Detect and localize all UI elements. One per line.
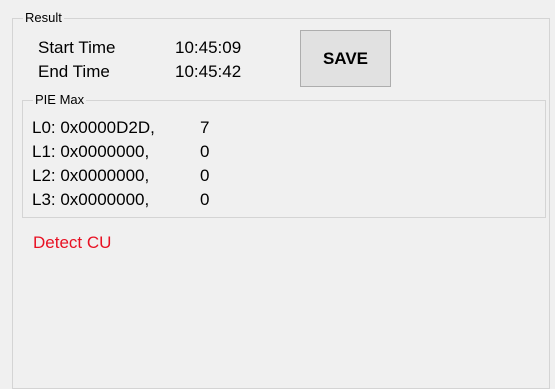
end-time-label: End Time [38, 62, 110, 81]
pie-row-count: 0 [200, 166, 210, 185]
result-group-title: Result [23, 10, 64, 25]
pie-row-address: L0: 0x0000D2D, [32, 118, 155, 137]
pie-max-group-title: PIE Max [33, 92, 87, 107]
pie-row-address: L2: 0x0000000, [32, 166, 150, 185]
start-time-label: Start Time [38, 38, 116, 57]
detect-status-text: Detect CU [33, 233, 112, 252]
end-time-value: 10:45:42 [175, 62, 242, 81]
pie-row-count: 7 [200, 118, 210, 137]
start-time-value: 10:45:09 [175, 38, 242, 57]
save-button[interactable]: SAVE [300, 30, 391, 87]
pie-row-address: L3: 0x0000000, [32, 190, 150, 209]
pie-row-count: 0 [200, 142, 210, 161]
pie-row-address: L1: 0x0000000, [32, 142, 150, 161]
pie-row-count: 0 [200, 190, 210, 209]
